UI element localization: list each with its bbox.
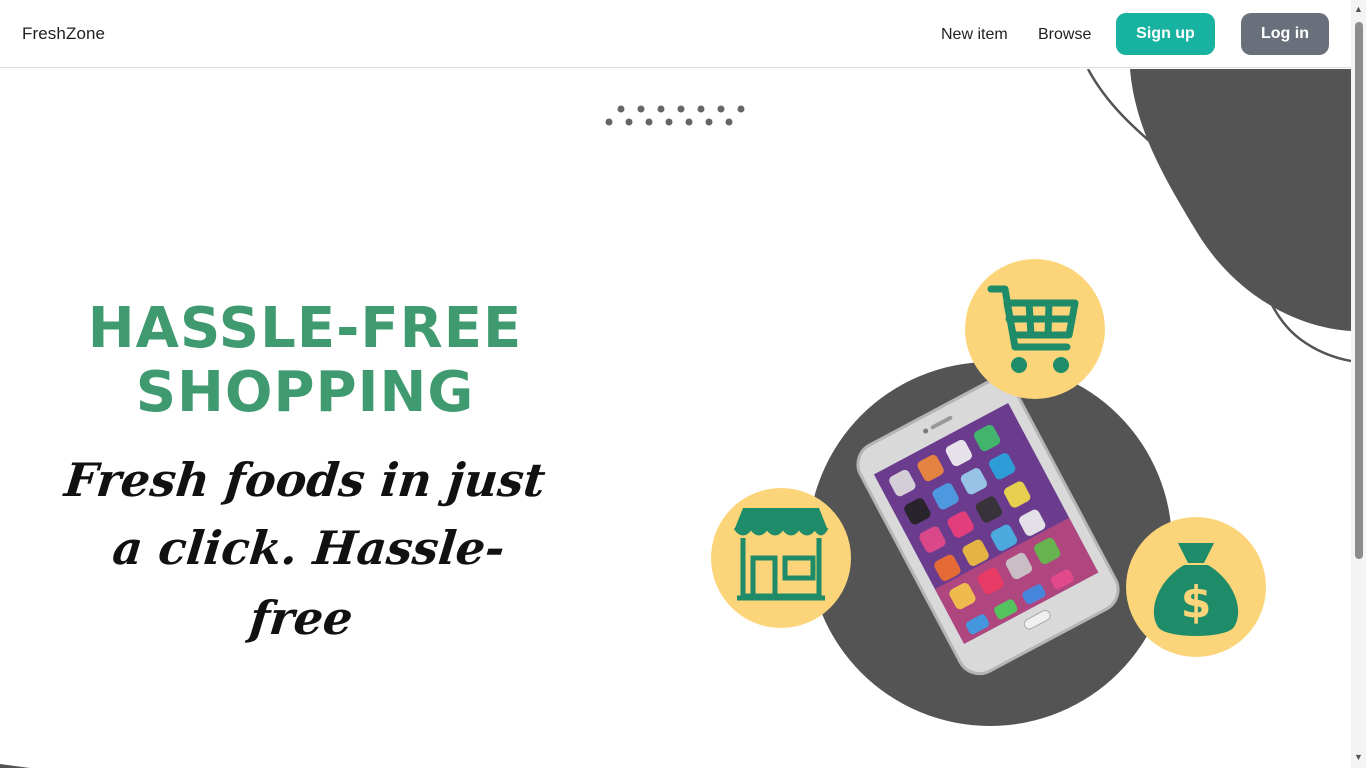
hero-tagline-line-1: Fresh foods in just: [62, 453, 548, 507]
page-scrollbar[interactable]: ▲ ▼: [1351, 0, 1366, 768]
brand-logo-link[interactable]: FreshZone: [22, 24, 105, 44]
hero-headline-line-2: SHOPPING: [135, 360, 475, 425]
navbar: FreshZone New item Browse Sign up Log in: [0, 0, 1351, 68]
hero-banner: $ HASSLE-FREE SHOPPING Fresh foods in ju…: [0, 69, 1351, 768]
money-bag-icon: $: [1126, 517, 1266, 657]
svg-text:$: $: [1181, 577, 1212, 628]
scroll-down-arrow-icon[interactable]: ▼: [1354, 752, 1363, 762]
corner-blob-shape: [1130, 69, 1351, 331]
dots-pattern: [605, 105, 745, 126]
shopping-cart-icon: [965, 259, 1105, 399]
nav-link-browse[interactable]: Browse: [1038, 26, 1091, 44]
hero-headline-line-1: HASSLE-FREE: [87, 296, 523, 361]
hero-tagline-line-2: a click. Hassle-free: [110, 521, 508, 645]
login-button[interactable]: Log in: [1241, 13, 1329, 55]
nav-link-new-item[interactable]: New item: [941, 26, 1008, 44]
scrollbar-thumb[interactable]: [1355, 22, 1363, 559]
storefront-icon: [711, 488, 851, 628]
scroll-up-arrow-icon[interactable]: ▲: [1354, 4, 1363, 14]
signup-button[interactable]: Sign up: [1116, 13, 1215, 55]
